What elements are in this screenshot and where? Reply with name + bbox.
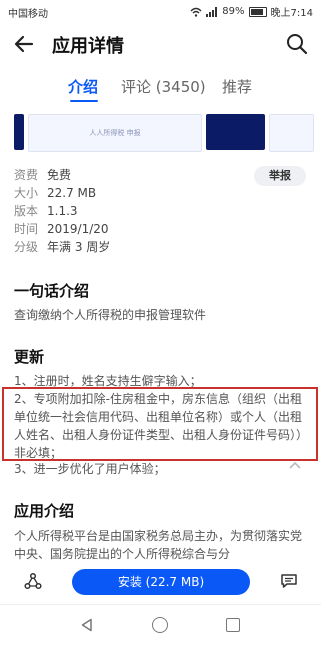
meta-key: 版本 [14,204,39,218]
signal-icon [206,6,218,17]
tab-comments[interactable]: 评论 (3450) [121,76,206,97]
status-icons: 89% 晚上7:14 [190,4,313,19]
report-button[interactable]: 举报 [254,166,306,186]
search-icon[interactable] [285,32,309,56]
intro-text: 个人所得税平台是由国家税务总局主办，为贯彻落实党中央、国务院提出的个人所得税综合… [14,529,303,561]
meta-key: 时间 [14,222,39,236]
status-bar: 中国移动 89% 晚上7:14 [0,0,321,22]
clock: 晚上7:14 [270,8,313,19]
meta-row: 资费 免费 [14,166,110,184]
nav-back-icon[interactable] [80,618,94,632]
share-icon[interactable] [24,572,42,590]
meta-value: 22.7 MB [47,186,97,200]
bottom-action-bar: 安装 (22.7 MB) [0,562,321,602]
wifi-icon [190,7,202,17]
meta-value: 1.1.3 [47,204,78,218]
screenshot-thumb[interactable] [206,114,265,150]
page-title: 应用详情 [52,36,124,57]
screenshot-thumb[interactable]: 人人所得税 申报 [27,114,203,152]
meta-row: 版本 1.1.3 [14,202,110,220]
nav-recent-icon[interactable] [226,618,240,632]
carrier-label: 中国移动 [8,9,48,20]
screenshot-caption: 人人所得税 申报 [89,129,141,137]
meta-key: 大小 [14,186,39,200]
screenshot-thumb[interactable] [14,114,24,150]
meta-row: 大小 22.7 MB [14,184,110,202]
comment-icon[interactable] [280,573,298,589]
tab-intro[interactable]: 介绍 [68,76,98,97]
arrow-left-icon[interactable] [12,32,36,56]
intro-title: 应用介绍 [14,502,75,520]
app-meta: 资费 免费 大小 22.7 MB 版本 1.1.3 时间 2019/1/20 分… [14,166,110,256]
screenshot-carousel[interactable]: 人人所得税 申报 [14,114,315,152]
chevron-up-icon[interactable] [288,460,302,470]
install-button[interactable]: 安装 (22.7 MB) [72,569,250,595]
tab-bar: 介绍 评论 (3450) 推荐 [0,76,321,104]
app-bar: 应用详情 [0,26,321,62]
tab-recommend[interactable]: 推荐 [222,76,252,97]
meta-row: 分级 年满 3 周岁 [14,238,110,256]
meta-value: 免费 [47,168,72,182]
meta-value: 2019/1/20 [47,222,109,236]
battery-percent: 89% [222,6,245,17]
meta-row: 时间 2019/1/20 [14,220,110,238]
highlight-box [2,387,318,461]
one-line-text: 查询缴纳个人所得税的申报管理软件 [14,308,207,322]
meta-key: 资费 [14,168,39,182]
battery-icon [248,6,267,17]
one-line-title: 一句话介绍 [14,282,90,300]
screenshot-thumb[interactable] [268,114,315,152]
meta-key: 分级 [14,240,39,254]
tab-indicator [70,100,98,102]
meta-value: 年满 3 周岁 [47,240,111,254]
system-nav-bar [0,604,321,647]
update-item: 3、进一步优化了用户体验； [14,462,166,476]
update-title: 更新 [14,348,45,366]
nav-home-icon[interactable] [152,617,168,633]
